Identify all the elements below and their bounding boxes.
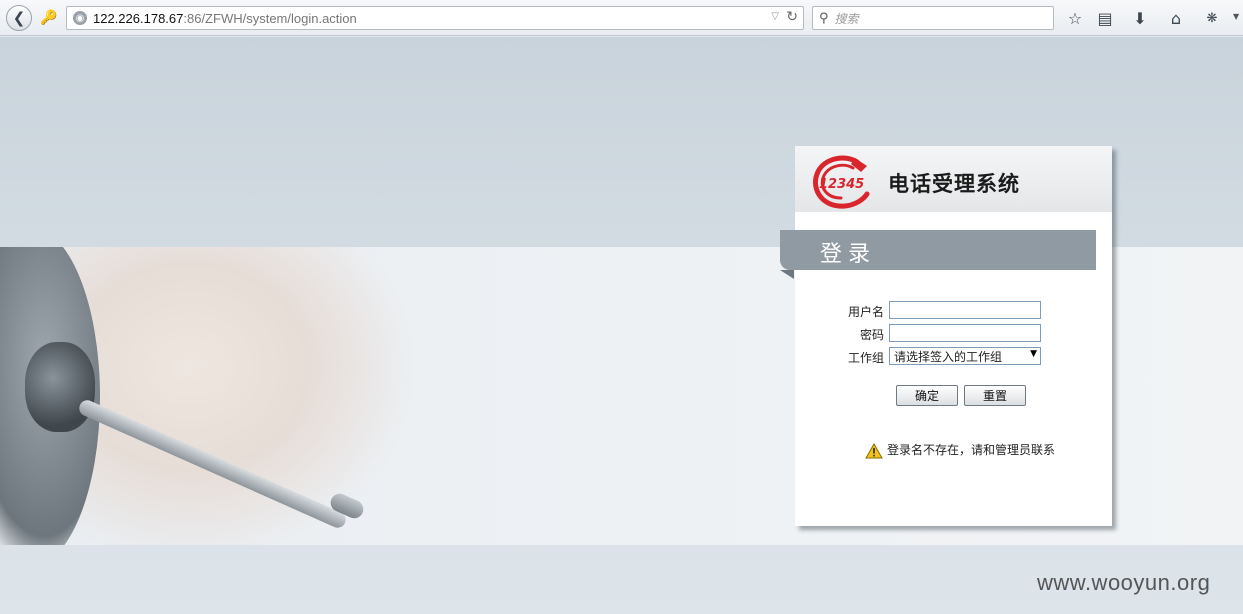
bookmark-star-icon[interactable]: ☆ — [1064, 7, 1086, 29]
home-icon[interactable]: ⌂ — [1165, 7, 1187, 29]
logo-number: 12345 — [819, 177, 864, 192]
hotline-logo-icon: 12345 — [813, 155, 870, 209]
username-field[interactable] — [889, 301, 1041, 319]
download-icon[interactable]: ⬇ — [1129, 7, 1151, 29]
search-icon[interactable]: ⚲ — [819, 11, 829, 26]
group-label: 工作组 — [847, 351, 884, 365]
chevron-down-icon[interactable]: ▼ — [1233, 12, 1239, 21]
back-arrow-icon[interactable]: ❮ — [6, 5, 32, 31]
password-field[interactable] — [889, 324, 1041, 342]
address-bar[interactable]: ◉ 122.226.178.67:86/ZFWH/system/login.ac… — [66, 6, 804, 30]
operator-photo — [0, 247, 540, 545]
chevron-down-icon[interactable]: ▼ — [1030, 349, 1037, 359]
group-selected-value: 请选择签入的工作组 — [894, 349, 1003, 364]
reload-icon[interactable]: ↻ — [786, 9, 798, 25]
watermark: www.wooyun.org — [1037, 570, 1211, 595]
search-input[interactable]: ⚲ 搜索 — [812, 6, 1054, 30]
login-heading: 登录 — [820, 242, 877, 267]
dropdown-icon[interactable]: ▽ — [771, 11, 779, 22]
reset-button[interactable]: 重置 — [964, 385, 1026, 406]
url-text[interactable]: 122.226.178.67:86/ZFWH/system/login.acti… — [93, 11, 357, 26]
error-message: 登录名不存在，请和管理员联系 — [887, 443, 1056, 457]
login-heading-bar: 登录 — [780, 230, 1096, 270]
username-label: 用户名 — [847, 305, 884, 319]
globe-icon[interactable]: ◉ — [73, 11, 87, 25]
password-label: 密码 — [859, 328, 884, 342]
browser-toolbar: ❮ 🔑 ◉ 122.226.178.67:86/ZFWH/system/logi… — [0, 0, 1243, 36]
addon-bug-icon[interactable]: ❋ — [1201, 7, 1223, 29]
url-path: :86/ZFWH/system/login.action — [183, 10, 357, 26]
system-title: 电话受理系统 — [888, 172, 1020, 196]
headset-earpiece — [25, 342, 95, 432]
group-select[interactable]: 请选择签入的工作组 ▼ — [889, 347, 1041, 365]
headset-mic-arm — [76, 397, 349, 531]
key-icon[interactable]: 🔑 — [38, 7, 60, 29]
panel-header: 12345 电话受理系统 — [795, 146, 1112, 212]
search-placeholder: 搜索 — [834, 11, 859, 26]
url-host: 122.226.178.67 — [93, 10, 184, 26]
warning-icon — [865, 443, 883, 459]
confirm-button[interactable]: 确定 — [896, 385, 958, 406]
reading-list-icon[interactable]: ▤ — [1094, 7, 1116, 29]
